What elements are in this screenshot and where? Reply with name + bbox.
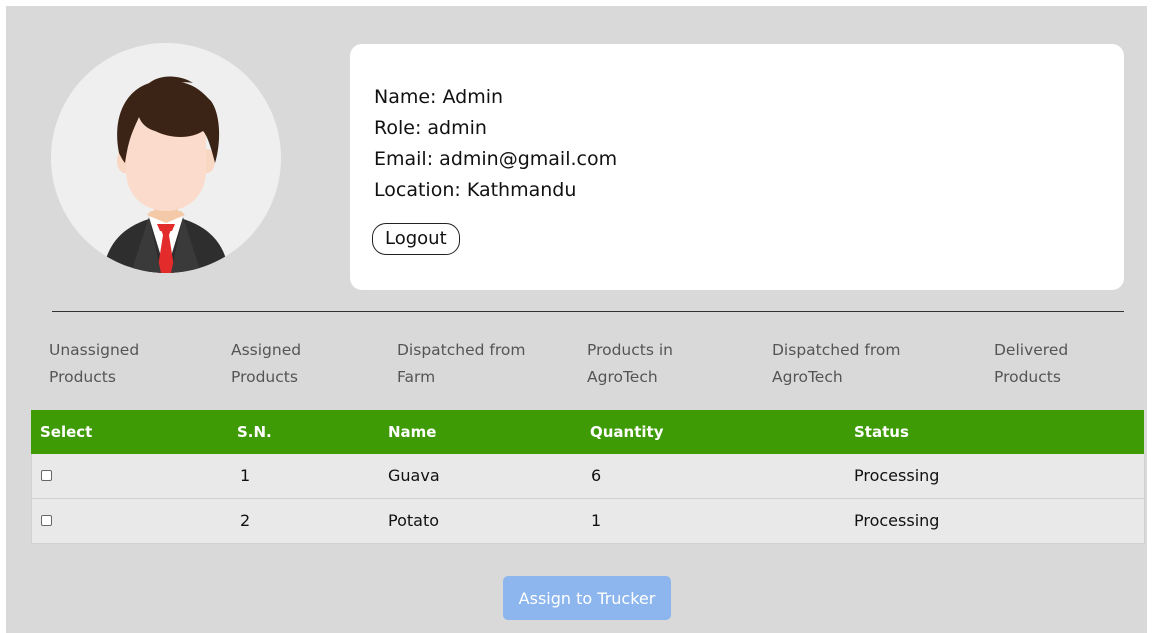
cell-sn: 1 <box>240 466 251 485</box>
column-header-quantity: Quantity <box>590 423 664 441</box>
cell-quantity: 6 <box>591 466 602 485</box>
email-label: Email: <box>374 148 434 170</box>
logout-button[interactable]: Logout <box>372 223 460 255</box>
row-select-checkbox[interactable] <box>41 470 52 481</box>
cell-status: Processing <box>854 511 940 530</box>
column-header-name: Name <box>388 423 437 441</box>
location-value: Kathmandu <box>466 179 577 201</box>
table-header: Select S.N. Name Quantity Status <box>31 410 1144 454</box>
cell-quantity: 1 <box>591 511 602 530</box>
row-select-checkbox[interactable] <box>41 515 52 526</box>
profile-location: Location: Kathmandu <box>374 175 617 206</box>
divider <box>52 311 1124 312</box>
table-row: 1 Guava 6 Processing <box>31 454 1145 499</box>
tab-unassigned-products[interactable]: Unassigned Products <box>49 337 139 391</box>
name-label: Name: <box>374 86 437 108</box>
cell-name: Guava <box>388 466 440 485</box>
avatar <box>51 43 281 273</box>
table-row: 2 Potato 1 Processing <box>31 499 1145 544</box>
column-header-status: Status <box>854 423 909 441</box>
tab-delivered-products[interactable]: Delivered Products <box>994 337 1068 391</box>
profile-email: Email: admin@gmail.com <box>374 144 617 175</box>
email-value: admin@gmail.com <box>439 148 618 170</box>
profile-name: Name: Admin <box>374 82 617 113</box>
profile-card: Name: Admin Role: admin Email: admin@gma… <box>350 44 1124 290</box>
column-header-sn: S.N. <box>237 423 272 441</box>
tab-dispatched-from-agrotech[interactable]: Dispatched from AgroTech <box>772 337 900 391</box>
location-label: Location: <box>374 179 461 201</box>
profile-role: Role: admin <box>374 113 617 144</box>
column-header-select: Select <box>40 423 93 441</box>
page-background: Name: Admin Role: admin Email: admin@gma… <box>6 6 1147 633</box>
cell-name: Potato <box>388 511 440 530</box>
tab-dispatched-from-farm[interactable]: Dispatched from Farm <box>397 337 525 391</box>
assign-to-trucker-button[interactable]: Assign to Trucker <box>503 576 671 620</box>
name-value: Admin <box>442 86 504 108</box>
cell-status: Processing <box>854 466 940 485</box>
tab-assigned-products[interactable]: Assigned Products <box>231 337 301 391</box>
user-avatar-icon <box>103 76 229 273</box>
tab-products-in-agrotech[interactable]: Products in AgroTech <box>587 337 673 391</box>
role-value: admin <box>427 117 487 139</box>
role-label: Role: <box>374 117 422 139</box>
cell-sn: 2 <box>240 511 251 530</box>
